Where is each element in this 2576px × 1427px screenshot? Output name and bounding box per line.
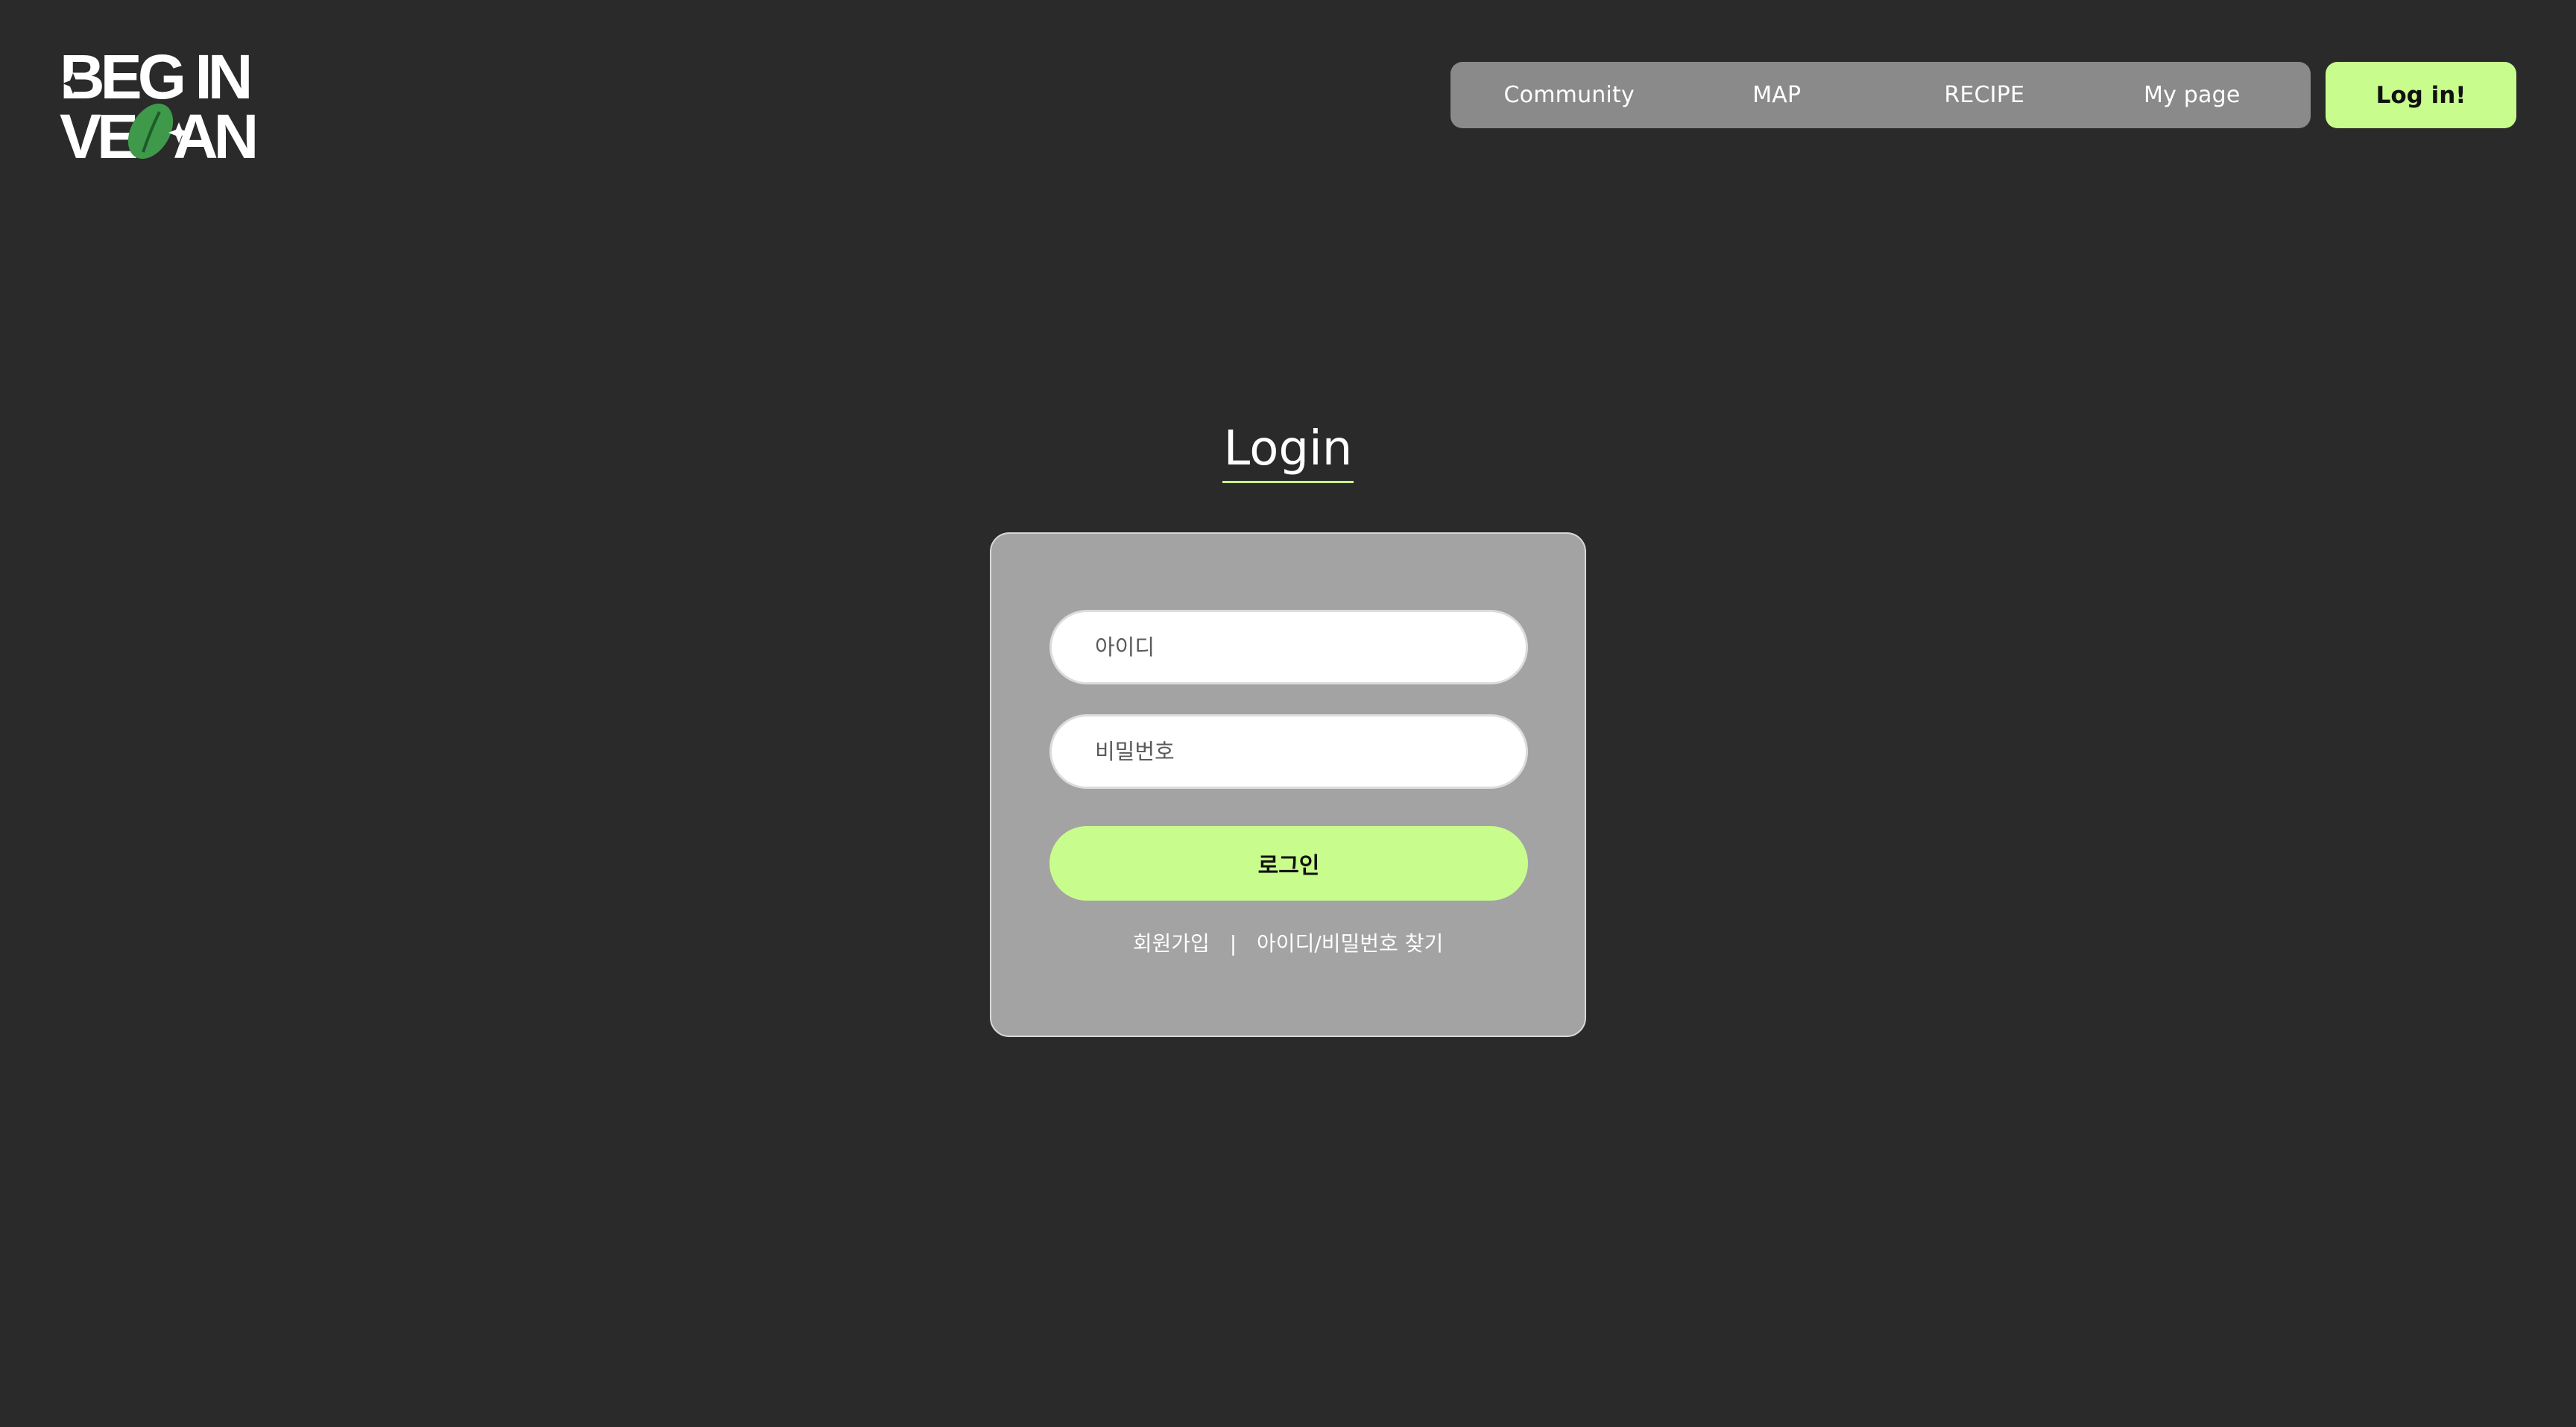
- main-nav: Community MAP RECIPE My page: [1450, 62, 2311, 128]
- nav-item-community[interactable]: Community: [1465, 82, 1673, 108]
- svg-text:VE: VE: [60, 101, 136, 164]
- find-account-link[interactable]: 아이디/비밀번호 찾기: [1257, 931, 1443, 956]
- page-title: Login: [1222, 423, 1354, 484]
- signup-link[interactable]: 회원가입: [1133, 931, 1210, 956]
- id-input[interactable]: [1049, 610, 1528, 684]
- nav-item-my-page[interactable]: My page: [2089, 82, 2296, 108]
- login-submit-button[interactable]: 로그인: [1049, 826, 1528, 901]
- links-separator: |: [1229, 931, 1237, 956]
- page: BEG IN VE AN Community MAP RECIPE My pag…: [0, 0, 2576, 1427]
- brand-logo[interactable]: BEG IN VE AN: [60, 48, 270, 164]
- login-card: 로그인 회원가입 | 아이디/비밀번호 찾기: [990, 532, 1586, 1037]
- header-login-button[interactable]: Log in!: [2326, 62, 2516, 128]
- auth-links: 회원가입 | 아이디/비밀번호 찾기: [991, 927, 1585, 957]
- password-input[interactable]: [1049, 714, 1528, 789]
- nav-item-recipe[interactable]: RECIPE: [1881, 82, 2089, 108]
- title-wrap: Login: [0, 423, 2576, 484]
- nav-item-map[interactable]: MAP: [1673, 82, 1881, 108]
